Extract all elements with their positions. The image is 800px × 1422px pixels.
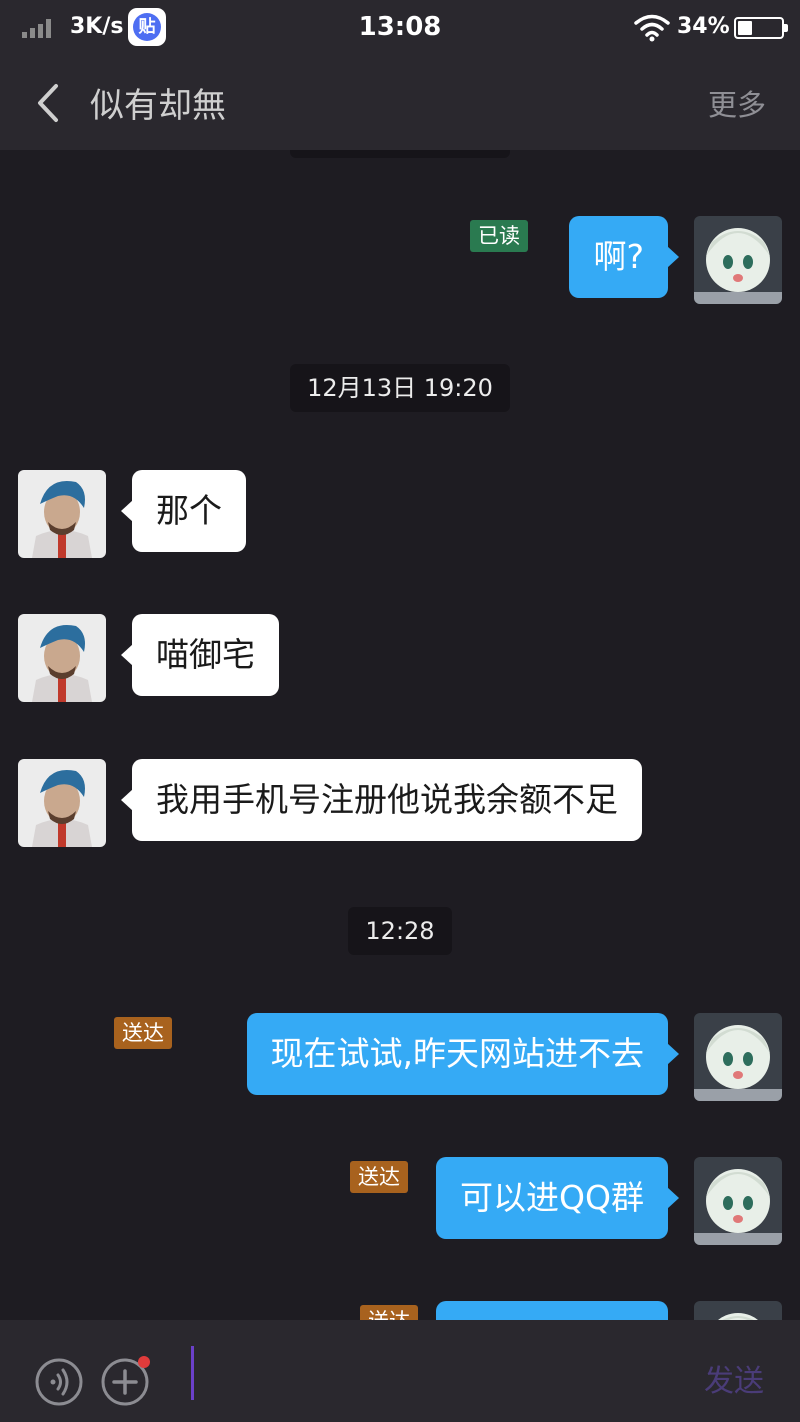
timestamp-chip: 12:28 — [348, 907, 452, 955]
battery-icon — [734, 17, 788, 39]
nav-bar: 似有却無 更多 — [0, 56, 800, 150]
more-button[interactable]: 更多 — [708, 82, 766, 124]
read-status-badge: 已读 — [470, 220, 528, 252]
send-button[interactable]: 发送 — [704, 1356, 764, 1400]
outgoing-message-bubble[interactable] — [436, 1301, 668, 1320]
outgoing-message-bubble[interactable]: 可以进QQ群 — [436, 1157, 679, 1239]
my-avatar[interactable] — [694, 216, 782, 304]
incoming-message-bubble[interactable]: 我用手机号注册他说我余额不足 — [121, 759, 642, 841]
back-arrow-icon[interactable] — [30, 78, 70, 128]
incoming-message-bubble[interactable]: 喵御宅 — [121, 614, 279, 696]
message-input[interactable] — [186, 1344, 676, 1402]
outgoing-message-bubble[interactable]: 现在试试,昨天网站进不去 — [246, 1013, 679, 1095]
notification-dot — [138, 1356, 150, 1368]
wifi-icon — [634, 14, 670, 42]
incoming-message-bubble[interactable]: 那个 — [121, 470, 246, 552]
status-bar: 3K/s 贴 13:08 34% — [0, 0, 800, 56]
voice-input-icon[interactable] — [34, 1357, 84, 1407]
delivered-status-badge: 送达 — [360, 1305, 418, 1320]
previous-time-chip — [290, 150, 510, 158]
contact-avatar[interactable] — [18, 470, 106, 558]
battery-level — [738, 21, 753, 35]
delivered-status-badge: 送达 — [350, 1161, 408, 1193]
my-avatar[interactable] — [694, 1013, 782, 1101]
contact-avatar[interactable] — [18, 759, 106, 847]
battery-percent: 34% — [677, 14, 730, 39]
conversation-title: 似有却無 — [90, 86, 226, 126]
chat-screen: 3K/s 贴 13:08 34% 似有却無 更多 已读 啊? 12月13日 19… — [0, 0, 800, 1422]
contact-avatar[interactable] — [18, 614, 106, 702]
my-avatar[interactable] — [694, 1157, 782, 1245]
my-avatar[interactable] — [694, 1301, 782, 1320]
timestamp-chip: 12月13日 19:20 — [290, 364, 510, 412]
delivered-status-badge: 送达 — [114, 1017, 172, 1049]
text-cursor — [191, 1346, 194, 1400]
outgoing-message-bubble[interactable]: 啊? — [569, 216, 679, 298]
message-list[interactable]: 已读 啊? 12月13日 19:20 那个 喵御宅 我用手机号注册他说我余额不足… — [0, 150, 800, 1320]
